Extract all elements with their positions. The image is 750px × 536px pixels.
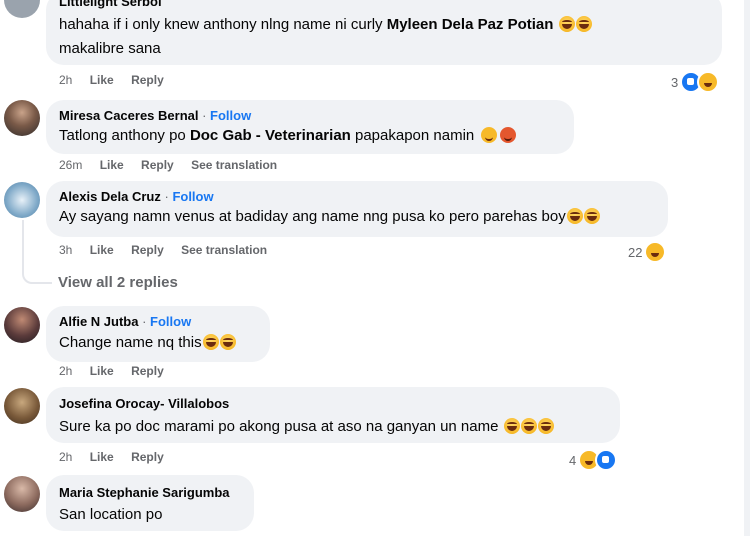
follow-button[interactable]: Follow <box>150 314 191 329</box>
laughing-emoji-icon <box>583 208 600 224</box>
follow-button[interactable]: Follow <box>172 189 213 204</box>
comment-author[interactable]: Alexis Dela Cruz · Follow <box>59 189 214 204</box>
comment-text-line-2: makalibre sana <box>59 40 161 57</box>
comment-text-part: hahaha if i only knew anthony nlng name … <box>59 16 387 33</box>
devil-emoji-icon <box>500 127 517 143</box>
comment-author[interactable]: Josefina Orocay- Villalobos <box>59 396 229 411</box>
comment-time[interactable]: 2h <box>59 73 72 87</box>
laughing-emoji-icon <box>575 16 592 32</box>
separator-dot: · <box>198 108 211 123</box>
like-button[interactable]: Like <box>90 450 114 464</box>
laughing-emoji-icon <box>566 208 583 224</box>
comment-time[interactable]: 26m <box>59 158 82 172</box>
laughing-emoji-icon <box>219 334 236 350</box>
comment-text: Sure ka po doc marami po akong pusa at a… <box>59 418 554 435</box>
like-button[interactable]: Like <box>100 158 124 172</box>
see-translation-link[interactable]: See translation <box>191 158 277 172</box>
avatar[interactable] <box>4 307 40 343</box>
reaction-summary[interactable]: 22 <box>628 241 667 263</box>
laughing-emoji-icon <box>558 16 575 32</box>
scrollbar-track[interactable] <box>744 0 750 536</box>
reaction-summary[interactable]: 3 <box>671 71 720 93</box>
separator-dot: · <box>160 189 173 204</box>
laughing-emoji-icon <box>503 418 520 434</box>
reaction-count: 4 <box>569 452 577 468</box>
comment-meta: 26m Like Reply See translation <box>59 158 291 172</box>
comment-meta: 2h Like Reply <box>59 364 178 378</box>
haha-icon <box>697 71 720 93</box>
like-button[interactable]: Like <box>90 243 114 257</box>
reply-button[interactable]: Reply <box>141 158 174 172</box>
comment-time[interactable]: 2h <box>59 364 72 378</box>
separator-dot: · <box>138 314 151 329</box>
reply-button[interactable]: Reply <box>131 73 164 87</box>
comment-text-part: Tatlong anthony po <box>59 127 190 144</box>
comment-text-part: Ay sayang namn venus at badiday ang name… <box>59 208 566 225</box>
avatar[interactable] <box>4 0 40 18</box>
comment-meta: 3h Like Reply See translation <box>59 243 281 257</box>
mention-link[interactable]: Doc Gab - Veterinarian <box>190 127 351 144</box>
reaction-count: 3 <box>671 74 679 90</box>
reply-button[interactable]: Reply <box>131 243 164 257</box>
laughing-emoji-icon <box>202 334 219 350</box>
comment-author[interactable]: Maria Stephanie Sarigumba <box>59 485 230 500</box>
author-name[interactable]: Miresa Caceres Bernal <box>59 108 198 123</box>
avatar[interactable] <box>4 388 40 424</box>
comment-text-part: papakapon namin <box>350 127 475 144</box>
haha-icon <box>644 241 667 263</box>
view-replies-link[interactable]: View all 2 replies <box>58 274 178 291</box>
like-button[interactable]: Like <box>90 364 114 378</box>
comment-text: hahaha if i only knew anthony nlng name … <box>59 16 592 33</box>
comment-author[interactable]: Littlelight Serbol <box>59 0 162 9</box>
follow-button[interactable]: Follow <box>210 108 251 123</box>
comment-text: Ay sayang namn venus at badiday ang name… <box>59 208 600 225</box>
avatar[interactable] <box>4 476 40 512</box>
reply-button[interactable]: Reply <box>131 450 164 464</box>
comment-time[interactable]: 3h <box>59 243 72 257</box>
comment-text: San location po <box>59 506 163 523</box>
comment-author[interactable]: Alfie N Jutba · Follow <box>59 314 191 329</box>
mention-link[interactable]: Myleen Dela Paz Potian <box>387 16 554 33</box>
reply-button[interactable]: Reply <box>131 364 164 378</box>
avatar[interactable] <box>4 182 40 218</box>
comment-meta: 2h Like Reply <box>59 450 178 464</box>
author-name[interactable]: Alfie N Jutba <box>59 314 138 329</box>
comment-meta: 2h Like Reply <box>59 73 178 87</box>
smiling-emoji-icon <box>481 127 498 143</box>
comment-text-part: Sure ka po doc marami po akong pusa at a… <box>59 418 503 435</box>
reply-thread-line <box>22 220 52 284</box>
see-translation-link[interactable]: See translation <box>181 243 267 257</box>
comment-text-part: Change name nq this <box>59 334 202 351</box>
like-button[interactable]: Like <box>90 73 114 87</box>
reaction-summary[interactable]: 4 <box>569 449 618 471</box>
avatar[interactable] <box>4 100 40 136</box>
author-name[interactable]: Alexis Dela Cruz <box>59 189 161 204</box>
like-icon <box>595 449 618 471</box>
comment-text: Change name nq this <box>59 334 236 351</box>
comment-time[interactable]: 2h <box>59 450 72 464</box>
comment-text: Tatlong anthony po Doc Gab - Veterinaria… <box>59 127 517 144</box>
laughing-emoji-icon <box>537 418 554 434</box>
comment-author[interactable]: Miresa Caceres Bernal · Follow <box>59 108 251 123</box>
reaction-count: 22 <box>628 244 643 260</box>
laughing-emoji-icon <box>520 418 537 434</box>
